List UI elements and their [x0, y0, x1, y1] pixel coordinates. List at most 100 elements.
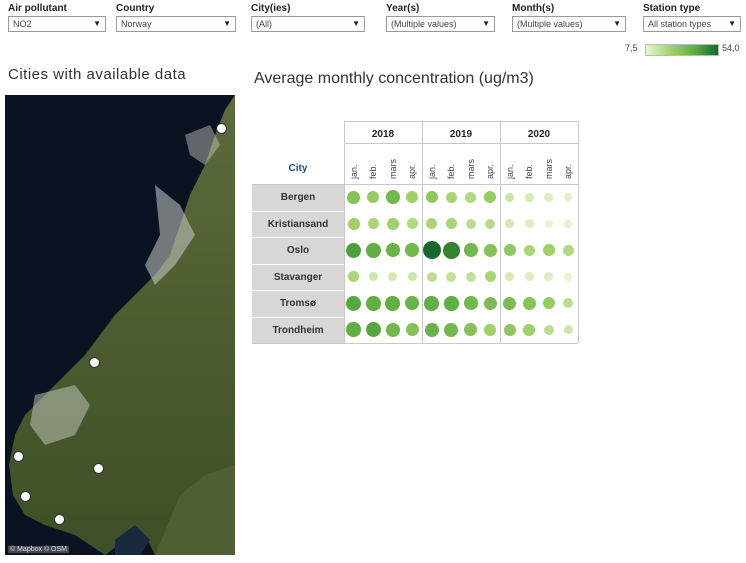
bubble-mark[interactable]: [442, 241, 460, 259]
bubble-mark[interactable]: [503, 244, 516, 257]
bubble-mark[interactable]: [385, 190, 400, 205]
bubble-mark[interactable]: [465, 271, 476, 282]
bubble-mark[interactable]: [562, 244, 574, 256]
bubble-mark[interactable]: [563, 298, 574, 309]
bubble-mark[interactable]: [543, 324, 554, 335]
bubble-mark[interactable]: [522, 296, 536, 310]
dropdown-arrow-icon: ▼: [728, 19, 736, 28]
month-header: feb.: [446, 163, 457, 179]
map-view[interactable]: © Mapbox © OSM: [5, 95, 235, 555]
bubble-mark[interactable]: [367, 191, 380, 204]
bubble-mark[interactable]: [564, 272, 573, 281]
bubble-mark[interactable]: [405, 243, 420, 258]
point-trondheim[interactable]: [89, 357, 100, 368]
bubble-mark[interactable]: [445, 218, 457, 230]
bubble-mark[interactable]: [365, 322, 381, 338]
bubble-mark[interactable]: [542, 244, 555, 257]
month-header: feb.: [368, 163, 379, 179]
bubble-mark[interactable]: [524, 219, 534, 228]
bubble-mark[interactable]: [405, 296, 420, 311]
point-north[interactable]: [216, 123, 227, 134]
bubble-mark[interactable]: [564, 219, 573, 228]
bubble-mark[interactable]: [484, 191, 497, 204]
point-bergen[interactable]: [13, 451, 24, 462]
station-type-dropdown[interactable]: All station types ▼: [643, 16, 741, 32]
bubble-mark[interactable]: [406, 191, 419, 204]
bubble-mark[interactable]: [544, 192, 553, 202]
bubble-mark[interactable]: [463, 243, 478, 258]
bubble-mark[interactable]: [346, 242, 362, 258]
bubble-mark[interactable]: [424, 322, 439, 337]
bubble-mark[interactable]: [388, 272, 398, 282]
bubble-mark[interactable]: [443, 295, 459, 311]
bubble-mark[interactable]: [542, 297, 555, 310]
bubble-mark[interactable]: [503, 323, 516, 336]
point-kristiansand[interactable]: [54, 514, 65, 525]
bubble-mark[interactable]: [485, 218, 496, 229]
years-dropdown[interactable]: (Multiple values) ▼: [386, 16, 495, 32]
bubble-mark[interactable]: [483, 243, 497, 257]
bubble-mark[interactable]: [544, 219, 553, 228]
bubble-mark[interactable]: [347, 190, 361, 204]
row-label-trondheim: Trondheim: [252, 317, 344, 343]
point-stavanger[interactable]: [20, 491, 31, 502]
bubble-mark[interactable]: [445, 191, 457, 203]
bubble-mark[interactable]: [505, 219, 515, 229]
bubble-mark[interactable]: [446, 271, 457, 282]
months-dropdown[interactable]: (Multiple values) ▼: [512, 16, 626, 32]
dropdown-value: (Multiple values): [517, 19, 583, 29]
bubble-mark[interactable]: [463, 296, 478, 311]
bubble-mark[interactable]: [386, 217, 399, 230]
month-header: mars: [465, 159, 476, 179]
bubble-mark[interactable]: [505, 192, 515, 202]
bubble-mark[interactable]: [385, 243, 400, 258]
bubble-mark[interactable]: [406, 218, 418, 230]
bubble-mark[interactable]: [348, 271, 360, 283]
cities-dropdown[interactable]: (All) ▼: [251, 16, 365, 32]
bubble-mark[interactable]: [426, 218, 438, 230]
point-oslo[interactable]: [93, 463, 104, 474]
bubble-mark[interactable]: [367, 218, 379, 230]
bubble-mark[interactable]: [464, 323, 478, 337]
color-legend-bar: [645, 44, 719, 56]
bubble-mark[interactable]: [524, 192, 534, 202]
bubble-mark[interactable]: [484, 323, 497, 336]
country-dropdown[interactable]: Norway ▼: [116, 16, 236, 32]
bubble-mark[interactable]: [503, 296, 517, 310]
bubble-mark[interactable]: [524, 272, 534, 281]
air-pollutant-dropdown[interactable]: NO2 ▼: [8, 16, 106, 32]
bubble-mark[interactable]: [465, 191, 477, 203]
bubble-mark[interactable]: [365, 295, 381, 311]
bubble-mark[interactable]: [422, 241, 441, 260]
bubble-mark[interactable]: [425, 191, 438, 204]
bubble-mark[interactable]: [484, 271, 496, 283]
bubble-mark[interactable]: [385, 295, 401, 311]
bubble-mark[interactable]: [544, 272, 553, 281]
month-header: jan.: [348, 164, 359, 179]
bubble-mark[interactable]: [444, 322, 459, 337]
bubble-mark[interactable]: [346, 322, 362, 338]
bubble-mark[interactable]: [523, 244, 535, 256]
row-label-kristiansand: Kristiansand: [252, 211, 344, 237]
bubble-mark[interactable]: [385, 322, 400, 337]
bubble-mark[interactable]: [347, 217, 360, 230]
bubble-mark[interactable]: [505, 272, 515, 282]
bubble-mark[interactable]: [426, 271, 437, 282]
bubble-mark[interactable]: [424, 295, 440, 311]
month-header: jan.: [426, 164, 437, 179]
dropdown-arrow-icon: ▼: [352, 19, 360, 28]
bubble-mark[interactable]: [407, 272, 417, 282]
bubble-mark[interactable]: [564, 193, 573, 202]
bubble-mark[interactable]: [405, 323, 419, 337]
bubble-mark[interactable]: [563, 325, 573, 335]
dropdown-value: (Multiple values): [391, 19, 457, 29]
bubble-mark[interactable]: [523, 323, 536, 336]
filter-air-pollutant: Air pollutant NO2 ▼: [8, 3, 106, 32]
bubble-mark[interactable]: [346, 295, 362, 311]
bubble-mark[interactable]: [368, 272, 378, 282]
filter-cities: City(ies) (All) ▼: [251, 3, 365, 32]
filter-label: Air pollutant: [8, 3, 67, 14]
bubble-mark[interactable]: [483, 296, 497, 310]
bubble-mark[interactable]: [365, 242, 381, 258]
bubble-mark[interactable]: [465, 218, 476, 229]
